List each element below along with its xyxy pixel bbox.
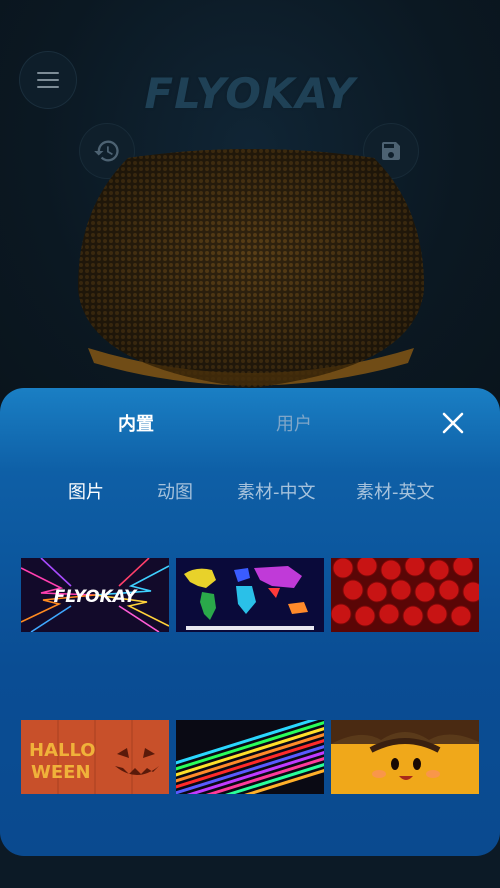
svg-text:WEEN: WEEN <box>31 762 91 783</box>
thumbnail-roses[interactable] <box>331 558 479 632</box>
thumbnail-flyokay[interactable]: FLYOKAY <box>21 558 169 632</box>
subtab-material-english[interactable]: 素材-英文 <box>356 478 435 504</box>
subtab-images[interactable]: 图片 <box>68 478 104 504</box>
menu-icon <box>37 72 59 88</box>
close-icon[interactable] <box>440 410 466 436</box>
thumbnail-halloween[interactable]: HALLO WEEN <box>21 720 169 794</box>
subtab-material-chinese[interactable]: 素材-中文 <box>237 478 316 504</box>
content-panel: 内置 用户 图片 动图 素材-中文 素材-英文 FLYOKAY HALLO WE… <box>0 388 500 856</box>
thumbnail-logo-text: FLYOKAY <box>54 587 138 607</box>
led-sphere-preview <box>78 149 424 388</box>
thumbnail-cartoon-face[interactable] <box>331 720 479 794</box>
tab-user[interactable]: 用户 <box>276 410 312 436</box>
menu-button[interactable] <box>20 52 76 108</box>
tab-builtin[interactable]: 内置 <box>118 410 154 436</box>
app-logo: FLYOKAY <box>144 68 356 118</box>
thumbnail-rainbow-stripes[interactable] <box>176 720 324 794</box>
thumbnail-world-map[interactable] <box>176 558 324 632</box>
bottom-background <box>0 856 500 888</box>
svg-text:HALLO: HALLO <box>29 740 96 761</box>
subtab-animations[interactable]: 动图 <box>157 478 193 504</box>
